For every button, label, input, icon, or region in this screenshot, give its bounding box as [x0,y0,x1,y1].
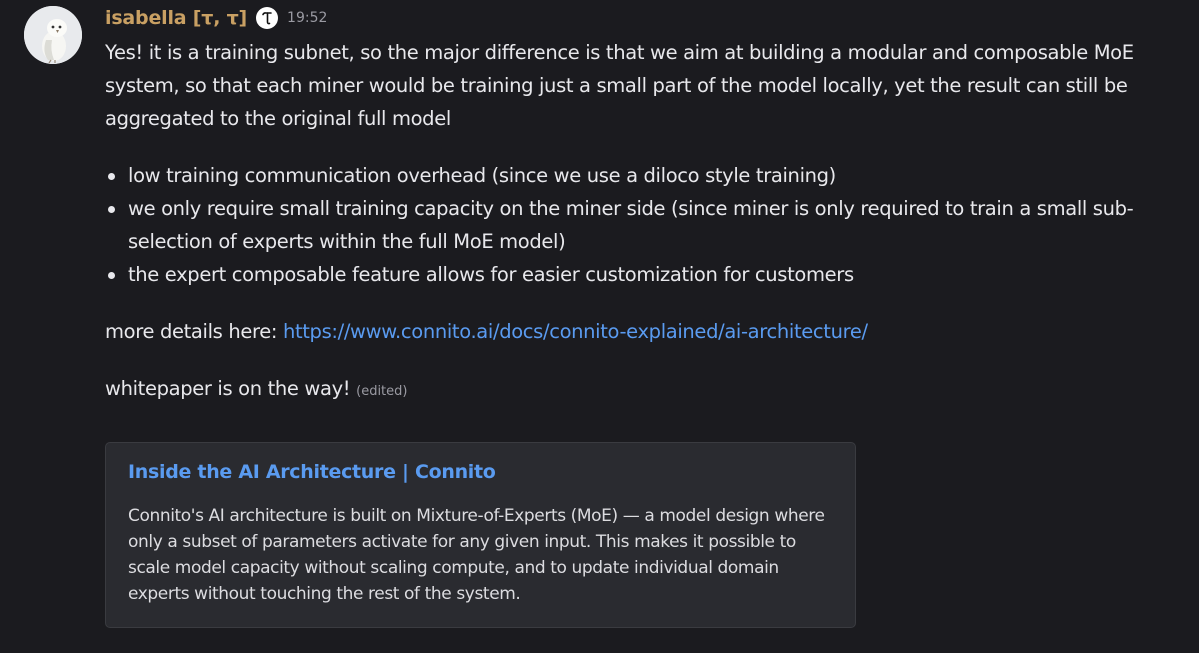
list-item: low training communication overhead (sin… [105,159,1175,192]
tao-symbol-icon[interactable] [256,7,279,29]
embed-description: Connito's AI architecture is built on Mi… [128,506,825,604]
list-item: the expert composable feature allows for… [105,258,1175,291]
whitepaper-text: whitepaper is on the way! [105,377,351,400]
whitepaper-line: whitepaper is on the way! (edited) [105,372,1175,408]
embed-title-link[interactable]: Inside the AI Architecture | Connito [128,461,496,483]
timestamp: 19:52 [287,10,328,26]
message-content: Yes! it is a training subnet, so the maj… [105,36,1175,408]
chat-message: isabella [τ, τ] 19:52 Yes! it is a train… [0,0,1199,653]
message-header: isabella [τ, τ] 19:52 [105,4,327,32]
user-avatar[interactable] [24,6,82,64]
list-item: we only require small training capacity … [105,192,1175,258]
link-embed: Inside the AI Architecture | Connito Con… [105,442,856,628]
bullet-list: low training communication overhead (sin… [105,159,1175,291]
owl-avatar-icon [24,6,82,64]
message-intro: Yes! it is a training subnet, so the maj… [105,41,1134,130]
tao-glyph-icon [262,12,272,25]
details-prefix: more details here: [105,320,283,343]
details-line: more details here: https://www.connito.a… [105,315,1175,348]
details-link[interactable]: https://www.connito.ai/docs/connito-expl… [283,320,868,343]
username[interactable]: isabella [τ, τ] [105,7,247,29]
edited-label: (edited) [356,384,408,399]
